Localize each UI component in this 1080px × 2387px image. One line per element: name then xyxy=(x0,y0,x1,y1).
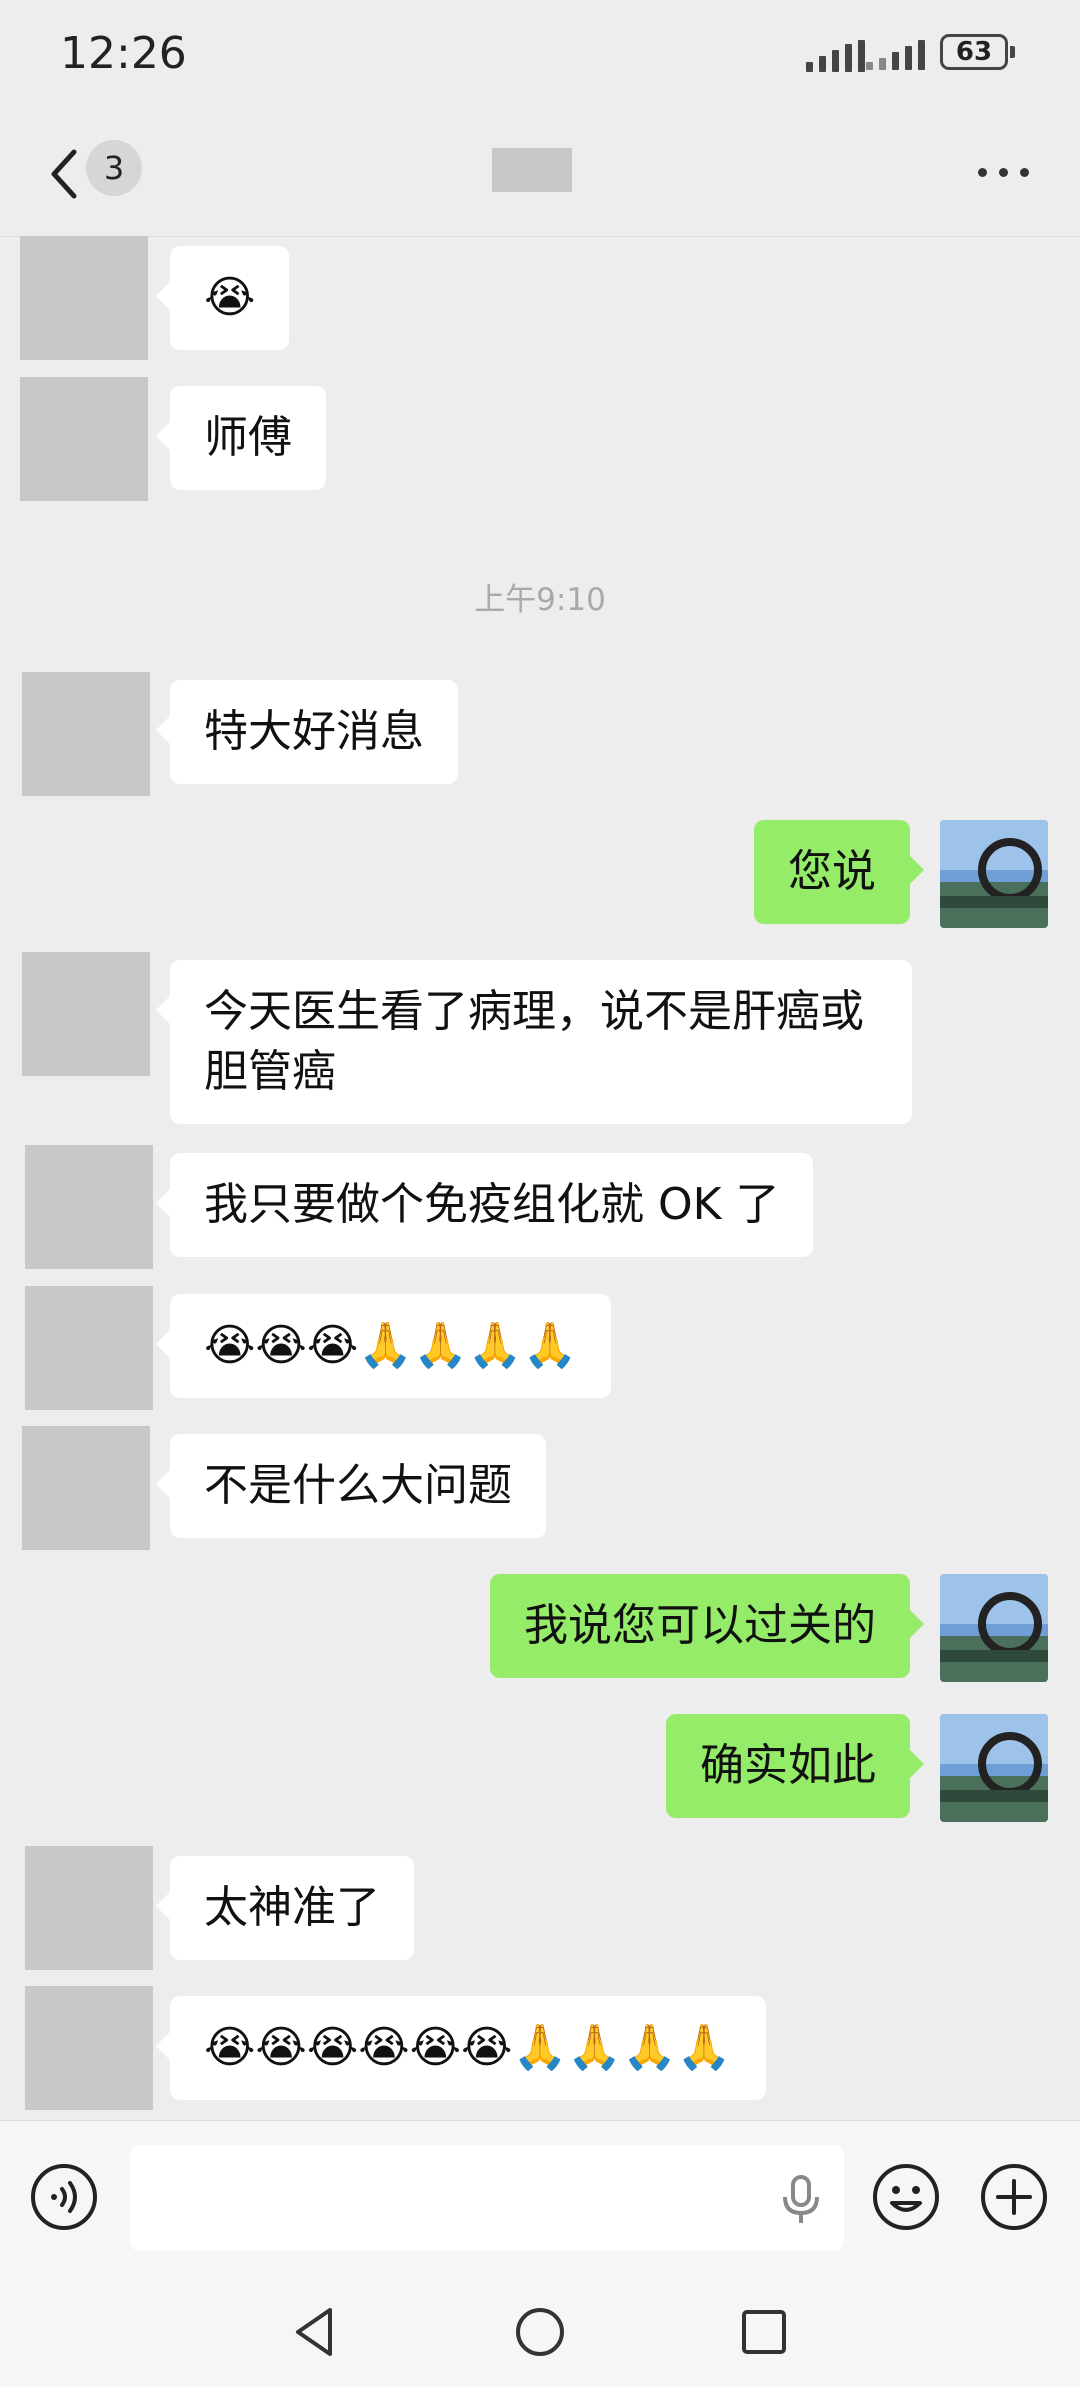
plus-icon[interactable] xyxy=(980,2163,1048,2231)
chevron-left-icon[interactable] xyxy=(44,146,92,202)
emoji-icon[interactable] xyxy=(872,2163,940,2231)
contact-avatar[interactable] xyxy=(22,1426,150,1550)
message-bubble-incoming[interactable]: 我只要做个免疫组化就 OK 了 xyxy=(155,1153,814,1257)
message-bubble-incoming[interactable]: 😭 xyxy=(155,246,290,350)
message-bubble-incoming[interactable]: 太神准了 xyxy=(156,1856,414,1960)
contact-avatar[interactable] xyxy=(22,672,150,796)
more-icon[interactable] xyxy=(978,168,1029,177)
contact-avatar[interactable] xyxy=(25,1286,153,1410)
unread-count-badge[interactable]: 3 xyxy=(86,140,142,196)
chat-header: 3 xyxy=(0,110,1080,237)
contact-avatar[interactable] xyxy=(25,1145,153,1269)
contact-avatar[interactable] xyxy=(20,236,148,360)
message-bubble-incoming[interactable]: 师傅 xyxy=(156,386,326,490)
contact-avatar[interactable] xyxy=(20,377,148,501)
message-bubble-incoming[interactable]: 😭😭😭🙏🙏🙏🙏 xyxy=(155,1294,612,1398)
my-avatar[interactable] xyxy=(940,820,1048,928)
contact-avatar[interactable] xyxy=(25,1986,153,2110)
message-bubble-incoming[interactable]: 😭😭😭😭😭😭🙏🙏🙏🙏 xyxy=(156,1996,766,2100)
message-bubble-incoming[interactable]: 不是什么大问题 xyxy=(156,1434,546,1538)
voice-input-icon[interactable] xyxy=(30,2163,98,2231)
square-recent-icon[interactable] xyxy=(734,2302,794,2362)
contact-avatar[interactable] xyxy=(25,1846,153,1970)
message-bubble-incoming[interactable]: 今天医生看了病理，说不是肝癌或胆管癌 xyxy=(156,960,912,1124)
input-bar xyxy=(0,2120,1080,2275)
message-bubble-outgoing[interactable]: 我说您可以过关的 xyxy=(490,1574,924,1678)
triangle-back-icon[interactable] xyxy=(286,2302,346,2362)
message-bubble-incoming[interactable]: 特大好消息 xyxy=(156,680,458,784)
message-input[interactable] xyxy=(130,2145,844,2251)
signal-icon-sim1 xyxy=(806,40,865,72)
my-avatar[interactable] xyxy=(940,1714,1048,1822)
my-avatar[interactable] xyxy=(940,1574,1048,1682)
battery-icon: 63 xyxy=(940,34,1008,70)
circle-home-icon[interactable] xyxy=(510,2302,570,2362)
contact-avatar[interactable] xyxy=(22,952,150,1076)
message-bubble-outgoing[interactable]: 确实如此 xyxy=(666,1714,924,1818)
chat-title-redacted xyxy=(492,148,572,192)
status-bar: 12:26 63 xyxy=(0,0,1080,110)
status-time: 12:26 xyxy=(60,28,187,79)
system-nav-bar xyxy=(0,2274,1080,2387)
battery-tip xyxy=(1010,46,1015,58)
microphone-icon[interactable] xyxy=(778,2175,824,2225)
signal-icon-sim2 xyxy=(866,40,925,70)
message-bubble-outgoing[interactable]: 您说 xyxy=(754,820,924,924)
message-timestamp: 上午9:10 xyxy=(474,582,606,618)
